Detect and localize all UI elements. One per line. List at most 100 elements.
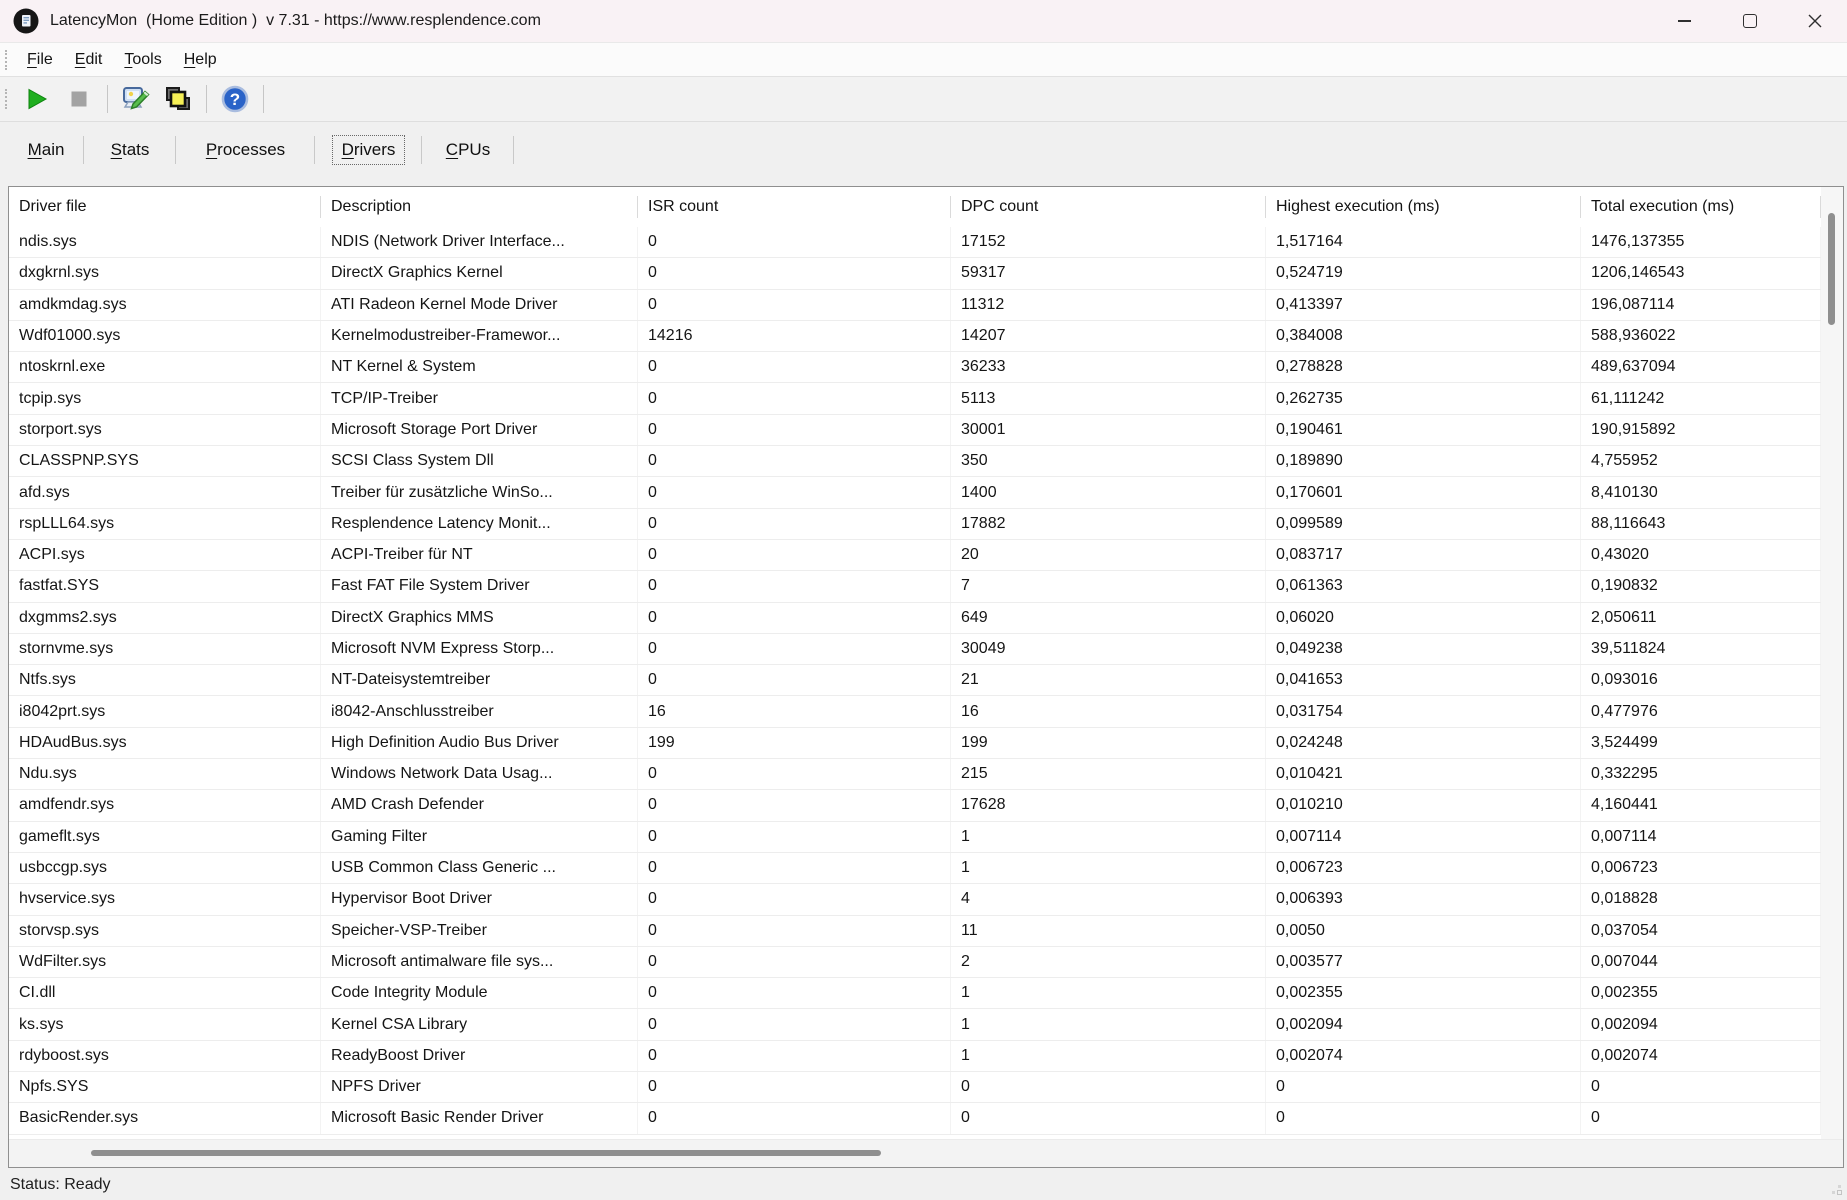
table-row[interactable]: ACPI.sys ACPI-Treiber für NT 0 20 0,083717 0,…	[9, 539, 1821, 572]
column-header-driver-file[interactable]: Driver file	[9, 187, 321, 227]
cell-dpc-count: 1400	[951, 477, 1266, 508]
horizontal-scrollbar-thumb[interactable]	[91, 1150, 881, 1156]
table-row[interactable]: i8042prt.sys i8042-Anschlusstreiber 16 16 0,…	[9, 696, 1821, 728]
table-row[interactable]: afd.sys Treiber für zusätzliche WinSo... 0…	[9, 477, 1821, 509]
table-row[interactable]: ks.sys Kernel CSA Library 0 1 0,002094 0,0020…	[9, 1009, 1821, 1041]
table-row[interactable]: dxgkrnl.sys DirectX Graphics Kernel 0 59317…	[9, 258, 1821, 290]
table-row[interactable]: WdFilter.sys Microsoft antimalware file s…	[9, 946, 1821, 979]
table-row[interactable]: Wdf01000.sys Kernelmodustreiber-Framewor.…	[9, 320, 1821, 353]
maximize-button[interactable]	[1717, 0, 1782, 42]
table-header-row: Driver file Description ISR count DPC count…	[9, 187, 1821, 227]
horizontal-scrollbar[interactable]	[9, 1139, 1843, 1167]
table-row[interactable]: usbccgp.sys USB Common Class Generic ... 0…	[9, 852, 1821, 885]
cell-description: USB Common Class Generic ...	[321, 852, 638, 884]
cell-highest-execution-ms: 0,006393	[1266, 884, 1581, 915]
column-header-isr-count[interactable]: ISR count	[638, 187, 951, 227]
menu-edit[interactable]: Edit	[75, 51, 103, 69]
cell-total-execution-ms: 0,002355	[1581, 978, 1821, 1009]
maximize-icon	[1742, 14, 1757, 28]
cell-dpc-count: 1	[951, 852, 1266, 884]
tab-stats[interactable]: Stats	[84, 122, 176, 178]
cell-isr-count: 0	[638, 508, 951, 539]
cell-highest-execution-ms: 0,06020	[1266, 602, 1581, 633]
close-button[interactable]	[1782, 0, 1847, 42]
menu-file[interactable]: File	[27, 51, 53, 69]
table-row[interactable]: fastfat.SYS Fast FAT File System Driver 0 7…	[9, 571, 1821, 603]
cell-dpc-count: 1	[951, 1040, 1266, 1072]
cell-description: DirectX Graphics MMS	[321, 602, 638, 633]
cell-driver-file: WdFilter.sys	[9, 946, 321, 978]
cell-isr-count: 0	[638, 289, 951, 320]
cell-dpc-count: 30049	[951, 633, 1266, 665]
cell-total-execution-ms: 1206,146543	[1581, 258, 1821, 289]
table-row[interactable]: Ntfs.sys NT-Dateisystemtreiber 0 21 0,041653…	[9, 665, 1821, 697]
table-row[interactable]: storvsp.sys Speicher-VSP-Treiber 0 11 0,0050…	[9, 915, 1821, 947]
table-row[interactable]: Ndu.sys Windows Network Data Usag... 0 215 0…	[9, 759, 1821, 791]
table-row[interactable]: dxgmms2.sys DirectX Graphics MMS 0 649 0,060…	[9, 602, 1821, 634]
cell-driver-file: ks.sys	[9, 1009, 321, 1040]
table-row[interactable]: BasicRender.sys Microsoft Basic Render Dr…	[9, 1103, 1821, 1135]
table-row[interactable]: CI.dll Code Integrity Module 0 1 0,002355 0,0…	[9, 978, 1821, 1010]
cell-description: Kernel CSA Library	[321, 1009, 638, 1040]
cell-driver-file: storport.sys	[9, 414, 321, 446]
table-row[interactable]: gameflt.sys Gaming Filter 0 1 0,007114 0,0071…	[9, 821, 1821, 853]
help-button[interactable]: ?	[217, 81, 253, 117]
question-mark-icon: ?	[221, 85, 249, 113]
cell-highest-execution-ms: 0,384008	[1266, 320, 1581, 352]
table-row[interactable]: storport.sys Microsoft Storage Port Drive…	[9, 414, 1821, 447]
table-row[interactable]: Npfs.SYS NPFS Driver 0 0 0 0	[9, 1072, 1821, 1104]
toolbar-gripper	[5, 89, 7, 109]
column-header-dpc-count[interactable]: DPC count	[951, 187, 1266, 227]
table-row[interactable]: ndis.sys NDIS (Network Driver Interface..…	[9, 227, 1821, 259]
column-header-highest-execution-ms[interactable]: Highest execution (ms)	[1266, 187, 1581, 227]
table-row[interactable]: hvservice.sys Hypervisor Boot Driver 0 4 0,0…	[9, 884, 1821, 916]
table-row[interactable]: stornvme.sys Microsoft NVM Express Storp.…	[9, 633, 1821, 666]
table-row[interactable]: amdkmdag.sys ATI Radeon Kernel Mode Drive…	[9, 289, 1821, 321]
column-header-description[interactable]: Description	[321, 187, 638, 227]
cell-driver-file: Npfs.SYS	[9, 1072, 321, 1103]
table-row[interactable]: rspLLL64.sys Resplendence Latency Monit..…	[9, 508, 1821, 540]
menu-items: File Edit Tools Help	[16, 51, 228, 69]
tab-label: Main	[27, 140, 65, 159]
table-row[interactable]: rdyboost.sys ReadyBoost Driver 0 1 0,002074 0…	[9, 1040, 1821, 1073]
cell-dpc-count: 21	[951, 665, 1266, 696]
cell-isr-count: 0	[638, 852, 951, 884]
cell-dpc-count: 4	[951, 884, 1266, 915]
menu-tools[interactable]: Tools	[124, 51, 161, 69]
table-row[interactable]: ntoskrnl.exe NT Kernel & System 0 36233 0,27…	[9, 352, 1821, 384]
options-button[interactable]	[118, 81, 154, 117]
tab-processes[interactable]: Processes	[176, 122, 315, 178]
vertical-scrollbar-thumb[interactable]	[1828, 213, 1835, 325]
cell-highest-execution-ms: 0	[1266, 1072, 1581, 1103]
tab-drivers[interactable]: Drivers	[315, 122, 422, 178]
copy-report-button[interactable]	[160, 81, 196, 117]
cell-driver-file: dxgkrnl.sys	[9, 258, 321, 289]
vertical-scrollbar[interactable]	[1821, 187, 1843, 1139]
cell-highest-execution-ms: 0,049238	[1266, 633, 1581, 665]
stop-monitor-button[interactable]	[61, 81, 97, 117]
cell-total-execution-ms: 8,410130	[1581, 477, 1821, 508]
cell-driver-file: hvservice.sys	[9, 884, 321, 915]
cell-highest-execution-ms: 1,517164	[1266, 227, 1581, 258]
menu-help[interactable]: Help	[184, 51, 217, 69]
cell-isr-count: 16	[638, 696, 951, 727]
minimize-button[interactable]	[1652, 0, 1717, 42]
resize-grip[interactable]	[1838, 1191, 1841, 1194]
cell-driver-file: amdkmdag.sys	[9, 289, 321, 320]
cell-total-execution-ms: 2,050611	[1581, 602, 1821, 633]
table-row[interactable]: tcpip.sys TCP/IP-Treiber 0 5113 0,262735 61,1…	[9, 383, 1821, 415]
table-row[interactable]: HDAudBus.sys High Definition Audio Bus Dr…	[9, 727, 1821, 760]
table-row[interactable]: amdfendr.sys AMD Crash Defender 0 17628 0,01…	[9, 790, 1821, 822]
cell-driver-file: Wdf01000.sys	[9, 320, 321, 352]
cell-description: NT-Dateisystemtreiber	[321, 665, 638, 696]
cell-isr-count: 0	[638, 446, 951, 477]
toolbar: ?	[0, 76, 1847, 122]
cell-highest-execution-ms: 0,024248	[1266, 727, 1581, 759]
tab-cpus[interactable]: CPUs	[422, 122, 514, 178]
cell-isr-count: 0	[638, 665, 951, 696]
table-row[interactable]: CLASSPNP.SYS SCSI Class System Dll 0 350 0,1…	[9, 446, 1821, 478]
start-monitor-button[interactable]	[19, 81, 55, 117]
tab-main[interactable]: Main	[8, 122, 84, 178]
column-header-total-execution-ms[interactable]: Total execution (ms)	[1581, 187, 1821, 227]
cell-driver-file: i8042prt.sys	[9, 696, 321, 727]
